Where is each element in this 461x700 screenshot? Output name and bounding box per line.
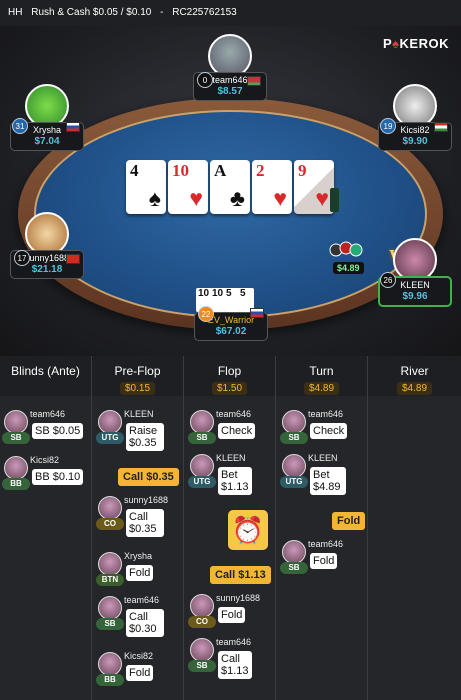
action-item: CO sunny1688 Call $0.35	[94, 495, 184, 537]
flag-icon	[434, 122, 448, 132]
seat-team646[interactable]: team646 $8.57 0	[193, 34, 267, 101]
level-badge: 22	[198, 306, 214, 322]
call-indicator: Call $1.13	[210, 566, 271, 584]
street-header-turn: Turn $4.89	[276, 356, 368, 396]
player-stack: $9.96	[402, 291, 428, 302]
fold-indicator: Fold	[332, 512, 366, 530]
player-stack: $67.02	[215, 326, 247, 337]
flag-icon	[250, 308, 264, 318]
action-item: SB team646 Fold	[278, 539, 368, 576]
seat-ev-warrior[interactable]: EV_Warrior $67.02 22	[194, 290, 268, 341]
action-item: BB Kicsi82 Fold	[94, 651, 184, 688]
action-item: UTG KLEEN Bet $4.89	[278, 453, 368, 495]
chip-stack-icon	[326, 240, 366, 260]
action-item: SB team646 Check	[186, 409, 276, 446]
separator: -	[160, 7, 164, 18]
header-bar: HH Rush & Cash $0.05 / $0.10 - RC2257621…	[0, 0, 461, 26]
action-item: UTG KLEEN Bet $1.13	[186, 453, 276, 495]
board-card-4: 2 ♥	[252, 160, 292, 214]
action-item: SB team646 Check	[278, 409, 368, 446]
action-item: UTG KLEEN Raise $0.35	[94, 409, 184, 451]
hand-id: RC225762153	[172, 7, 237, 18]
seat-kicsi82[interactable]: Kicsi82 $9.90 19	[378, 84, 452, 151]
street-header-flop: Flop $1.50	[184, 356, 276, 396]
action-item: SB team646 Call $1.13	[186, 637, 276, 679]
table-felt	[34, 110, 427, 318]
street-pot: $4.89	[303, 382, 340, 395]
level-badge: 17	[14, 250, 30, 266]
board-card-1: 4 ♠	[126, 160, 166, 214]
action-item: SB team646 SB $0.05	[0, 409, 90, 446]
action-item: SB team646 Call $0.30	[94, 595, 184, 637]
pokerok-logo: P♠KEROK	[382, 36, 449, 51]
street-pot: $4.89	[396, 382, 433, 395]
player-stack: $9.90	[402, 136, 428, 147]
hand-type: HH	[8, 7, 23, 18]
level-badge: 0	[197, 72, 213, 88]
action-item: BTN Xrysha Fold	[94, 551, 184, 588]
board-card-2: 10 ♥	[168, 160, 208, 214]
board-card-3: A ♣	[210, 160, 250, 214]
hand-history-screen: HH Rush & Cash $0.05 / $0.10 - RC2257621…	[0, 0, 461, 700]
street-header-blinds: Blinds (Ante)	[0, 356, 92, 396]
seat-sunny1688[interactable]: sunny1688 $21.18 17	[10, 212, 84, 279]
pot-amount: $4.89	[333, 262, 364, 274]
flag-icon	[66, 122, 80, 132]
street-pot: $1.50	[211, 382, 248, 395]
action-item: CO sunny1688 Fold	[186, 593, 276, 630]
flag-icon	[66, 254, 80, 264]
street-pot: $0.15	[119, 382, 156, 395]
table-scene: P♠KEROK 4 ♠ 10 ♥ A ♣ 2 ♥ 9 ♥ $4.89 team646 $8.…	[0, 26, 461, 356]
card-back-icon	[330, 188, 339, 212]
street-header-river: River $4.89	[368, 356, 461, 396]
game-name: Rush & Cash $0.05 / $0.10	[31, 7, 152, 18]
action-item: BB Kicsi82 BB $0.10	[0, 455, 90, 492]
flag-icon	[247, 76, 261, 86]
street-header-preflop: Pre-Flop $0.15	[92, 356, 184, 396]
level-badge: 31	[12, 118, 28, 134]
seat-xrysha[interactable]: Xrysha $7.04 31	[10, 84, 84, 151]
col-river	[368, 396, 461, 700]
board-card-5: 9 ♥	[294, 160, 334, 214]
player-stack: $7.04	[34, 136, 60, 147]
level-badge: 19	[380, 118, 396, 134]
level-badge: 26	[380, 272, 396, 288]
seat-kleen[interactable]: KLEEN $9.96 26	[378, 238, 452, 307]
alarm-clock-icon: ⏰	[228, 510, 268, 550]
call-indicator: Call $0.35	[118, 468, 179, 486]
